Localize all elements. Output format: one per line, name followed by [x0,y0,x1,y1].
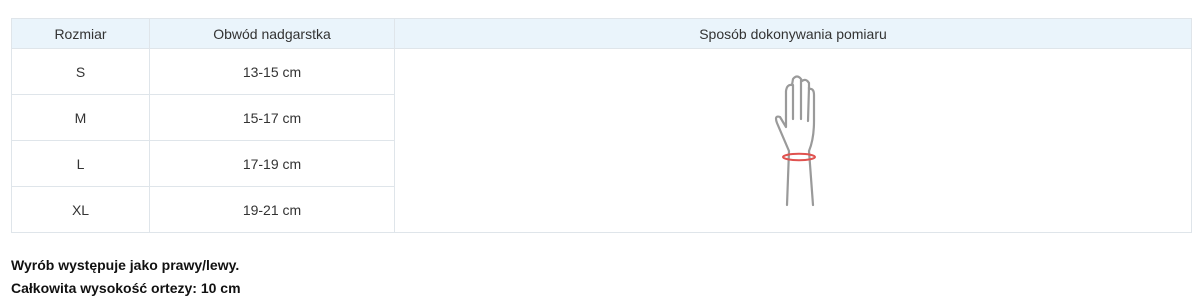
size-cell: L [11,140,150,187]
header-size: Rozmiar [11,18,150,49]
wrist-cell: 15-17 cm [149,94,395,141]
table-row: S 13-15 cm [11,48,1192,233]
size-cell: XL [11,186,150,233]
size-cell: S [11,48,150,95]
measurement-diagram-cell [394,48,1192,233]
size-table-header: Rozmiar Obwód nadgarstka Sposób dokonywa… [11,18,1192,49]
note-left-right: Wyrób występuje jako prawy/lewy. [11,257,240,273]
size-table: Rozmiar Obwód nadgarstka Sposób dokonywa… [11,18,1192,233]
hand-wrist-measurement-icon [774,74,816,206]
note-total-height: Całkowita wysokość ortezy: 10 cm [11,280,241,296]
product-notes: Wyrób występuje jako prawy/lewy. Całkowi… [11,254,241,300]
header-measurement-method: Sposób dokonywania pomiaru [394,18,1192,49]
wrist-cell: 19-21 cm [149,186,395,233]
header-wrist-circumference: Obwód nadgarstka [149,18,395,49]
wrist-cell: 17-19 cm [149,140,395,187]
wrist-cell: 13-15 cm [149,48,395,95]
size-cell: M [11,94,150,141]
